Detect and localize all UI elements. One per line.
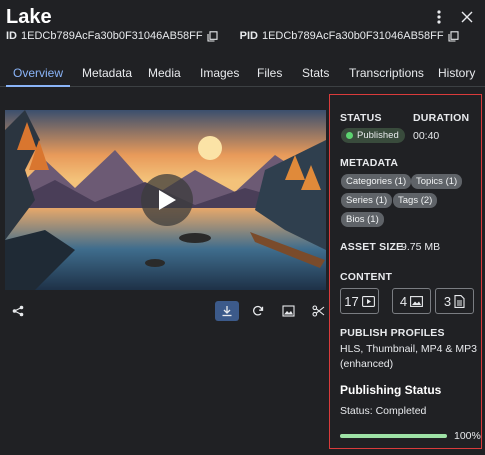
asset-details-panel: STATUS DURATION Published 00:40 METADATA… [329, 94, 482, 449]
id-field: ID 1EDCb789AcFa30b0F31046AB58FF [6, 30, 218, 42]
image-icon [410, 295, 424, 307]
id-value: 1EDCb789AcFa30b0F31046AB58FF [21, 30, 203, 42]
publish-profiles-label: PUBLISH PROFILES [340, 327, 445, 339]
metadata-label: METADATA [340, 157, 399, 169]
asset-size-label: ASSET SIZE [340, 241, 404, 253]
content-doc-count[interactable]: 3 [435, 288, 474, 314]
tab-metadata[interactable]: Metadata [82, 58, 132, 87]
page-title: Lake [6, 6, 52, 28]
download-icon[interactable] [215, 301, 239, 321]
metadata-chip[interactable]: Tags (2) [393, 193, 438, 208]
doc-count: 3 [443, 293, 452, 309]
scissors-icon[interactable] [309, 302, 327, 320]
video-player[interactable] [5, 110, 326, 290]
copy-icon[interactable] [207, 30, 218, 42]
video-icon [361, 295, 375, 307]
status-label: STATUS [340, 112, 382, 124]
copy-icon[interactable] [448, 30, 459, 42]
publishing-status-title: Publishing Status [340, 383, 442, 397]
tab-overview[interactable]: Overview [6, 58, 70, 87]
content-label: CONTENT [340, 271, 393, 283]
more-vert-icon[interactable] [431, 9, 447, 25]
close-icon[interactable] [459, 9, 475, 25]
content-video-count[interactable]: 17 [340, 288, 379, 314]
pid-field: PID 1EDCb789AcFa30b0F31046AB58FF [240, 30, 459, 42]
pid-value: 1EDCb789AcFa30b0F31046AB58FF [261, 30, 444, 42]
tab-transcriptions[interactable]: Transcriptions [349, 58, 424, 87]
tab-history[interactable]: History [438, 58, 475, 87]
duration-value: 00:40 [413, 130, 440, 142]
status-badge: Published [341, 128, 405, 143]
tab-media[interactable]: Media [148, 58, 181, 87]
publish-profiles-value-2: (enhanced) [340, 358, 394, 370]
play-button[interactable] [141, 174, 193, 226]
publishing-status-text: Status: Completed [340, 405, 427, 417]
image-count: 4 [399, 293, 408, 309]
pid-label: PID [239, 30, 258, 42]
id-label: ID [6, 30, 17, 42]
document-icon [454, 294, 465, 308]
content-image-count[interactable]: 4 [392, 288, 431, 314]
video-count: 17 [344, 293, 359, 309]
metadata-chip[interactable]: Bios (1) [341, 212, 384, 227]
duration-label: DURATION [413, 112, 470, 124]
progress-fill [340, 434, 447, 438]
tab-bar: Overview Metadata Media Images Files Sta… [0, 58, 485, 87]
image-icon[interactable] [279, 302, 297, 320]
tab-images[interactable]: Images [200, 58, 239, 87]
publish-profiles-value: HLS, Thumbnail, MP4 & MP3 [340, 343, 477, 355]
publish-progress-bar [340, 434, 447, 438]
tab-files[interactable]: Files [257, 58, 282, 87]
tab-stats[interactable]: Stats [302, 58, 329, 87]
asset-ids: ID 1EDCb789AcFa30b0F31046AB58FF PID 1EDC… [6, 30, 459, 42]
asset-size-value: 9.75 MB [401, 241, 441, 253]
status-value: Published [357, 130, 399, 141]
metadata-chip[interactable]: Categories (1) [341, 174, 412, 189]
share-icon[interactable] [9, 302, 27, 320]
metadata-chip[interactable]: Topics (1) [411, 174, 463, 189]
refresh-icon[interactable] [249, 302, 267, 320]
progress-percent: 100% [454, 430, 481, 442]
published-dot-icon [346, 132, 353, 139]
metadata-chip[interactable]: Series (1) [341, 193, 393, 208]
video-controls [5, 300, 327, 322]
play-icon [159, 190, 176, 210]
